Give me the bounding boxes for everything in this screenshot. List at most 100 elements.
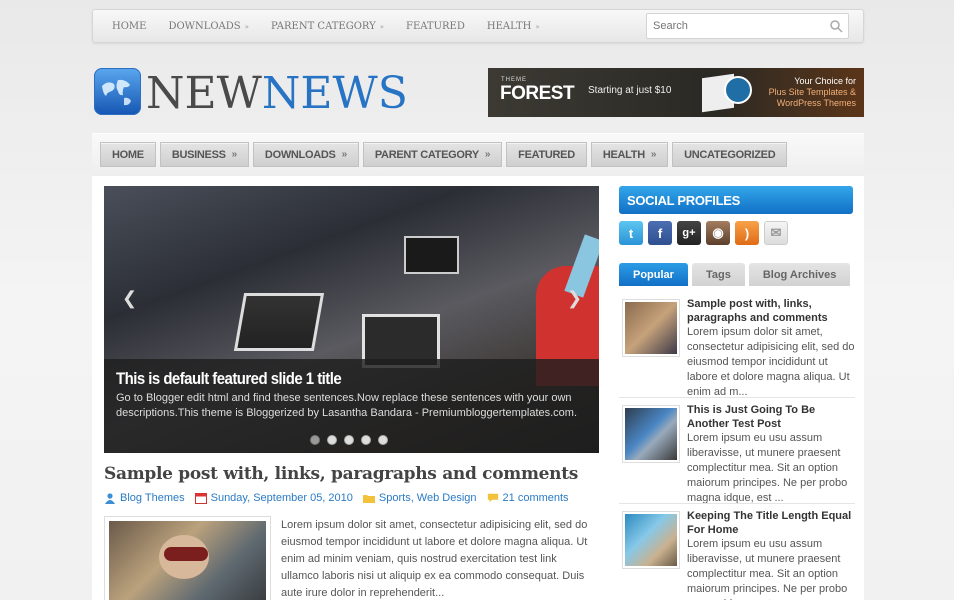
topnav-label: DOWNLOADS bbox=[168, 20, 241, 32]
tab-tags[interactable]: Tags bbox=[691, 263, 745, 286]
popular-post-excerpt: Lorem ipsum eu usu assum liberavisse, ut… bbox=[619, 537, 855, 600]
slider-dot[interactable] bbox=[344, 435, 354, 445]
facebook-icon[interactable]: f bbox=[648, 221, 672, 245]
nav-item-downloads[interactable]: DOWNLOADS » bbox=[252, 142, 359, 167]
nav-label: UNCATEGORIZED bbox=[684, 148, 776, 161]
nav-item-parent-category[interactable]: PARENT CATEGORY » bbox=[362, 142, 503, 167]
goggles-shape bbox=[164, 547, 208, 561]
excerpt-text: Lorem ipsum eu usu assum liberavisse, ut… bbox=[687, 432, 848, 504]
nav-label: FEATURED bbox=[518, 148, 575, 161]
google-plus-icon[interactable]: g+ bbox=[677, 221, 701, 245]
submenu-arrow-icon: » bbox=[379, 22, 385, 31]
popular-post-title[interactable]: Keeping The Title Length Equal For Home bbox=[687, 509, 855, 537]
topnav-item-downloads[interactable]: DOWNLOADS» bbox=[157, 21, 259, 32]
submenu-arrow-icon: » bbox=[484, 149, 491, 160]
topnav-item-featured[interactable]: FEATURED bbox=[395, 21, 476, 32]
calendar-icon bbox=[194, 493, 207, 504]
excerpt-text: Lorem ipsum dolor sit amet, consectetur … bbox=[687, 326, 855, 398]
divider bbox=[619, 397, 855, 398]
main-nav-bar: HOME BUSINESS » DOWNLOADS » PARENT CATEGOR… bbox=[92, 133, 864, 176]
topnav-label: HOME bbox=[112, 20, 147, 32]
divider bbox=[619, 503, 855, 504]
site-logo[interactable]: NEWNEWS bbox=[146, 68, 408, 119]
excerpt-text: Lorem ipsum eu usu assum liberavisse, ut… bbox=[687, 538, 848, 600]
banner-line: WordPress Themes bbox=[776, 98, 856, 108]
nav-item-home[interactable]: HOME bbox=[100, 142, 156, 167]
popular-post-excerpt: Lorem ipsum eu usu assum liberavisse, ut… bbox=[619, 431, 855, 506]
topnav-label: FEATURED bbox=[406, 20, 465, 32]
slider-dots bbox=[310, 435, 388, 445]
banner-line: Your Choice for bbox=[794, 76, 856, 86]
submenu-arrow-icon: » bbox=[244, 22, 249, 31]
user-icon bbox=[105, 493, 115, 504]
nav-label: HEALTH bbox=[602, 148, 645, 161]
main-nav: HOME BUSINESS » DOWNLOADS » PARENT CATEGOR… bbox=[100, 142, 788, 167]
nav-item-business[interactable]: BUSINESS » bbox=[159, 142, 249, 167]
post-meta: Blog Themes Sunday, September 05, 2010 S… bbox=[104, 492, 579, 504]
meta-categories: Sports, Web Design bbox=[362, 492, 477, 504]
nav-item-health[interactable]: HEALTH » bbox=[590, 142, 669, 167]
submenu-arrow-icon: » bbox=[650, 149, 657, 160]
tab-popular[interactable]: Popular bbox=[619, 263, 688, 286]
category-links[interactable]: Sports, Web Design bbox=[379, 492, 477, 504]
comment-icon bbox=[487, 493, 498, 503]
topnav-item-health[interactable]: HEALTH» bbox=[476, 21, 551, 32]
submenu-arrow-icon: » bbox=[231, 149, 238, 160]
slider-next-icon[interactable]: ❯ bbox=[567, 288, 582, 309]
twitter-icon[interactable]: t bbox=[619, 221, 643, 245]
rss-icon[interactable]: ) bbox=[735, 221, 759, 245]
author-link[interactable]: Blog Themes bbox=[120, 492, 185, 504]
social-profiles-heading: SOCIAL PROFILES bbox=[619, 186, 853, 214]
post-excerpt: Lorem ipsum dolor sit amet, consectetur … bbox=[281, 519, 588, 599]
folder-icon bbox=[362, 495, 375, 503]
top-nav: HOME DOWNLOADS» PARENT CATEGORY» FEATURE… bbox=[101, 10, 551, 42]
social-icons: t f g+ ◉ ) ✉ bbox=[619, 221, 788, 245]
post-image bbox=[109, 521, 266, 600]
nav-item-uncategorized[interactable]: UNCATEGORIZED bbox=[672, 142, 788, 167]
slider-dot[interactable] bbox=[327, 435, 337, 445]
slider-dot[interactable] bbox=[378, 435, 388, 445]
topnav-item-home[interactable]: HOME bbox=[101, 21, 157, 32]
slider-dot[interactable] bbox=[310, 435, 320, 445]
nav-label: BUSINESS bbox=[171, 148, 226, 161]
topnav-label: HEALTH bbox=[486, 20, 532, 32]
globe-logo-icon[interactable] bbox=[94, 68, 141, 115]
search-icon[interactable] bbox=[829, 19, 843, 33]
banner-brand: FOREST bbox=[500, 83, 575, 104]
nav-label: PARENT CATEGORY bbox=[374, 148, 479, 161]
slider-prev-icon[interactable]: ❮ bbox=[122, 288, 137, 309]
slide-title[interactable]: This is default featured slide 1 title bbox=[116, 369, 342, 389]
banner-price: Starting at just $10 bbox=[588, 85, 672, 96]
popular-post-title[interactable]: Sample post with, links, paragraphs and … bbox=[687, 297, 855, 325]
sidebar-tabs: Popular Tags Blog Archives bbox=[619, 263, 851, 286]
themeforest-banner-ad[interactable]: THEME FOREST Starting at just $10 Your C… bbox=[488, 68, 864, 117]
meta-author: Blog Themes bbox=[104, 492, 185, 504]
tab-blog-archives[interactable]: Blog Archives bbox=[748, 263, 851, 286]
laptop-shape bbox=[404, 236, 459, 274]
popular-post-excerpt: Lorem ipsum dolor sit amet, consectetur … bbox=[619, 325, 855, 400]
email-icon[interactable]: ✉ bbox=[764, 221, 788, 245]
banner-tagline: Your Choice for Plus Site Templates & Wo… bbox=[746, 76, 856, 109]
featured-slider[interactable]: ❮ ❯ This is default featured slide 1 tit… bbox=[104, 186, 599, 453]
submenu-arrow-icon: » bbox=[535, 22, 540, 31]
meta-date: Sunday, September 05, 2010 bbox=[194, 492, 353, 504]
logo-text-news: NEWS bbox=[261, 68, 408, 119]
topnav-label: PARENT CATEGORY bbox=[270, 20, 376, 32]
instagram-icon[interactable]: ◉ bbox=[706, 221, 730, 245]
date-link[interactable]: Sunday, September 05, 2010 bbox=[211, 492, 353, 504]
search-box bbox=[646, 13, 849, 39]
slider-dot[interactable] bbox=[361, 435, 371, 445]
nav-label: HOME bbox=[112, 148, 144, 161]
nav-item-featured[interactable]: FEATURED bbox=[506, 142, 587, 167]
laptop-shape bbox=[233, 293, 325, 351]
slide-text: Go to Blogger edit html and find these s… bbox=[116, 392, 578, 419]
topnav-item-parent-category[interactable]: PARENT CATEGORY» bbox=[260, 21, 395, 32]
post-thumbnail[interactable] bbox=[104, 516, 271, 600]
top-bar: HOME DOWNLOADS» PARENT CATEGORY» FEATURE… bbox=[92, 9, 864, 43]
comments-link[interactable]: 21 comments bbox=[503, 492, 569, 504]
nav-label: DOWNLOADS bbox=[264, 148, 336, 161]
search-input[interactable] bbox=[647, 14, 817, 38]
popular-post-title[interactable]: This is Just Going To Be Another Test Po… bbox=[687, 403, 855, 431]
logo-text-new: NEW bbox=[146, 68, 262, 119]
post-title[interactable]: Sample post with, links, paragraphs and … bbox=[104, 464, 578, 484]
